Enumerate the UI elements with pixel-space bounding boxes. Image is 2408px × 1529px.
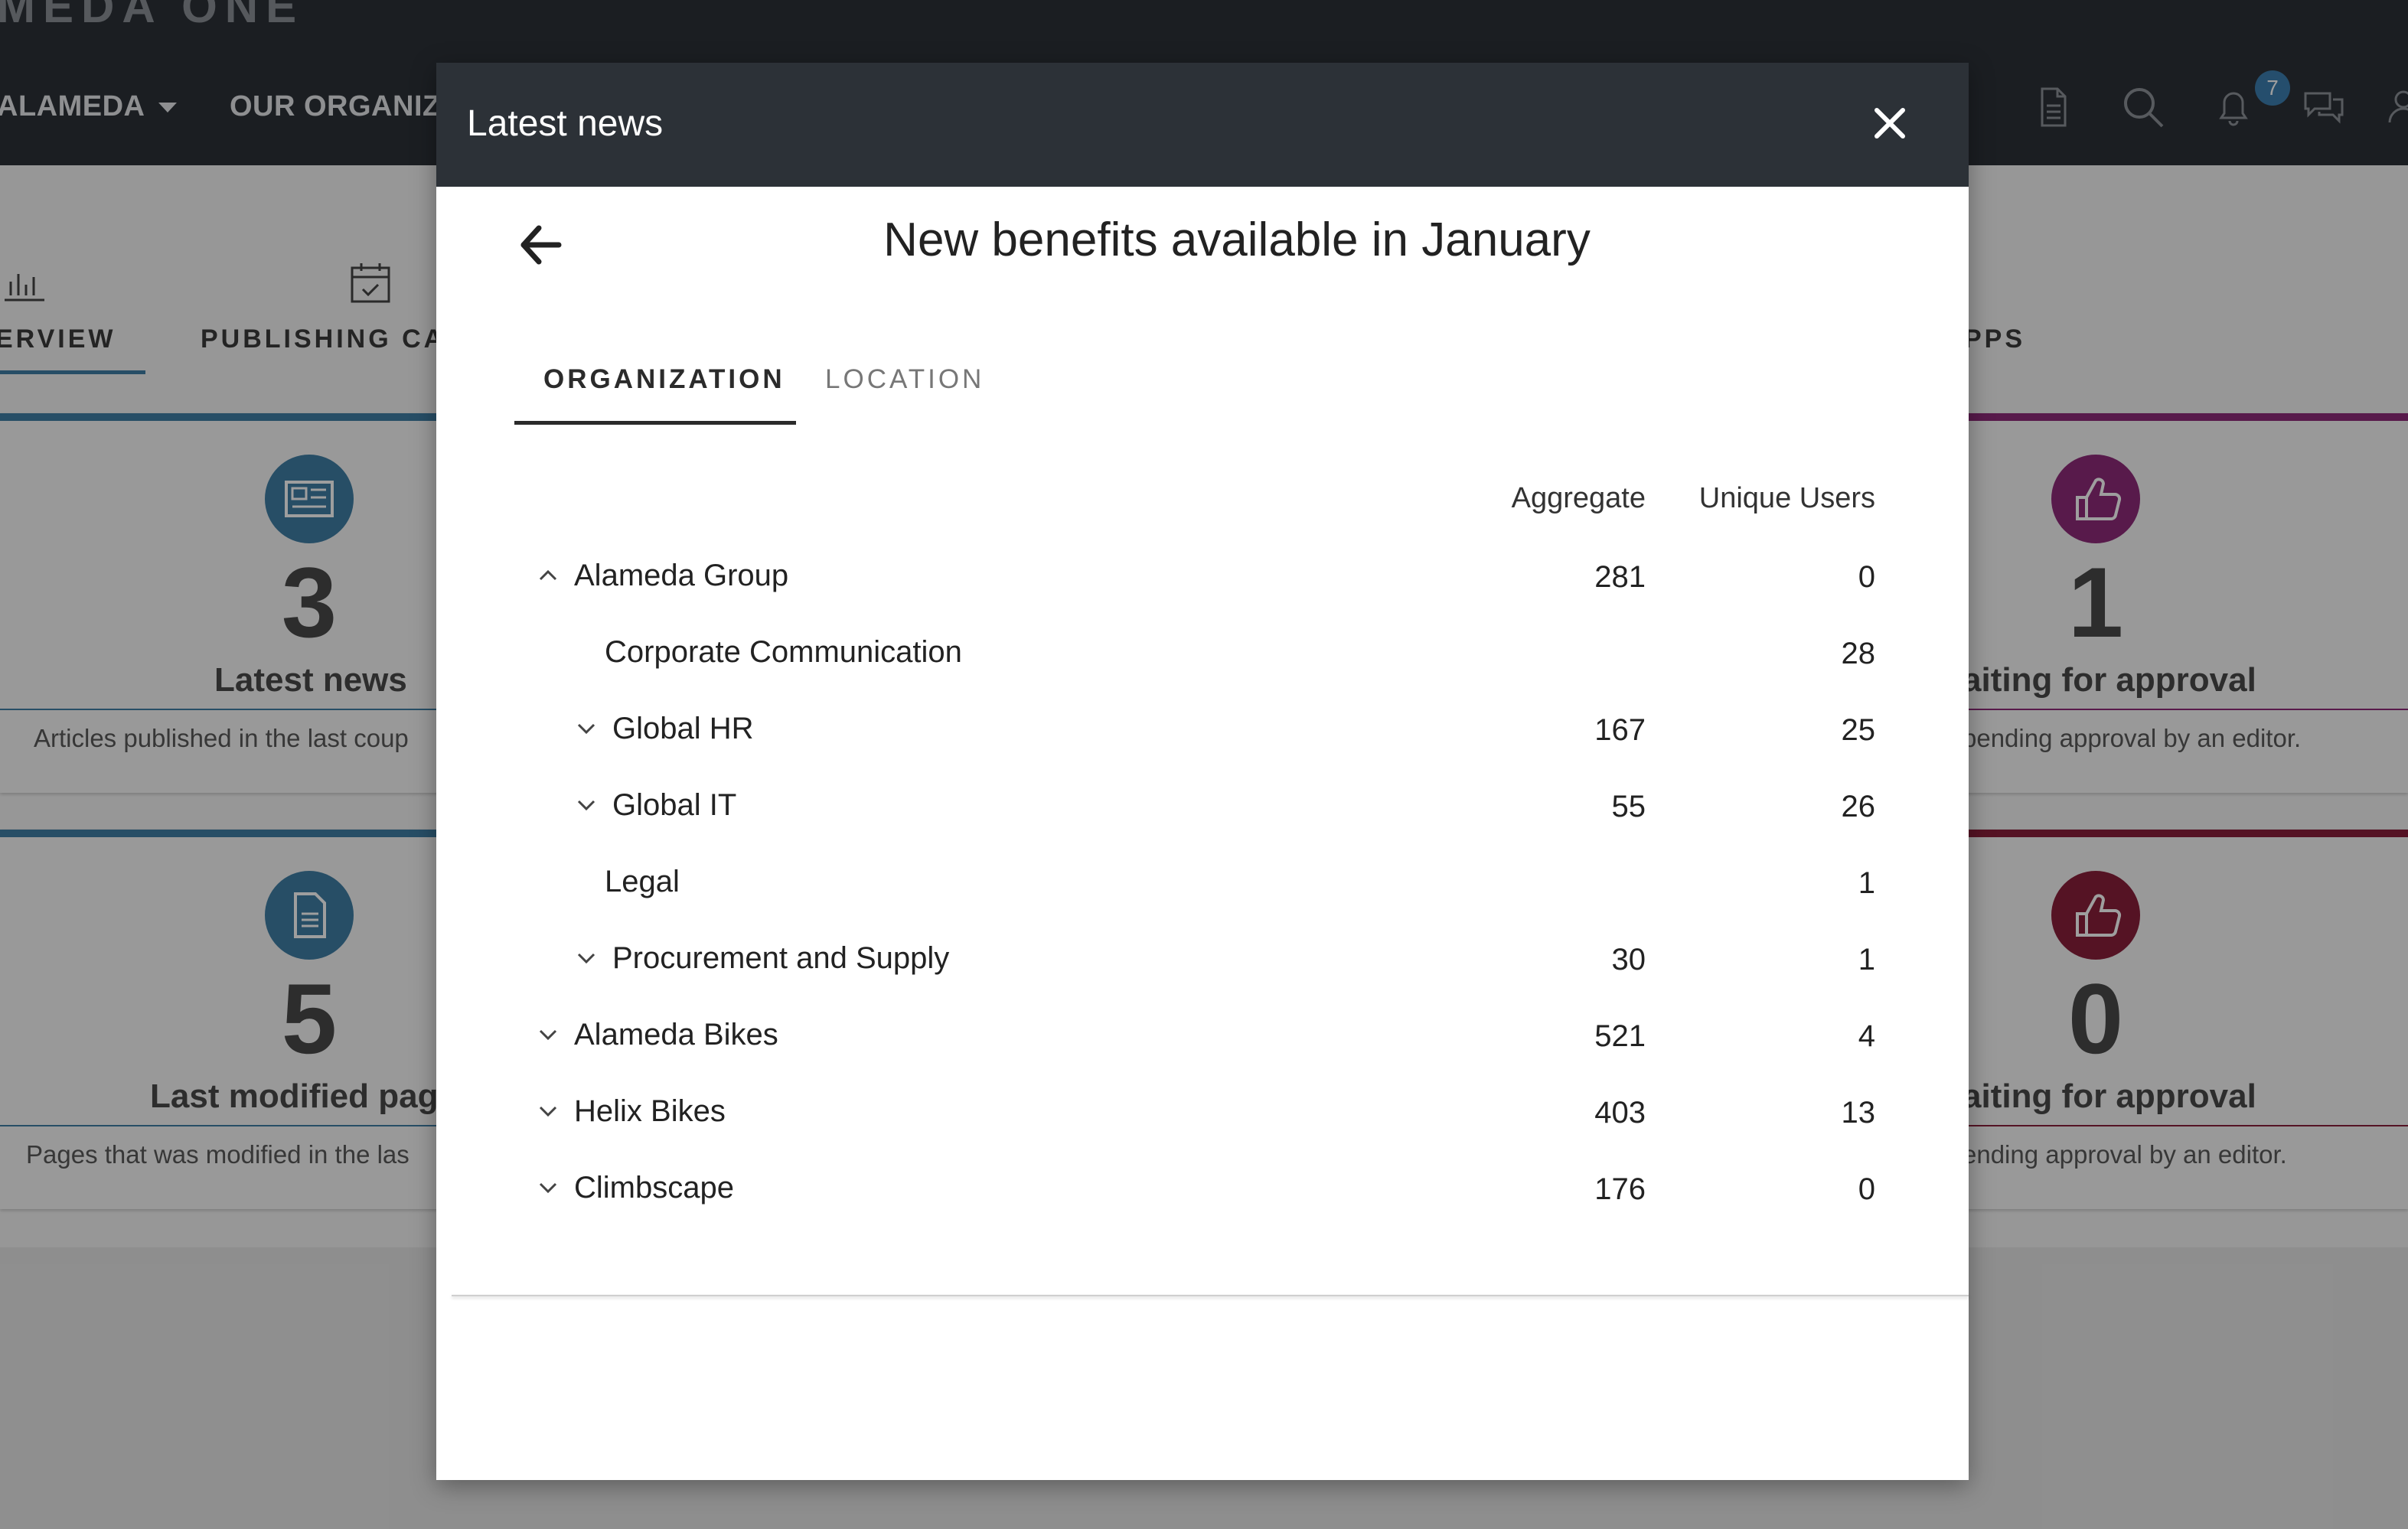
table-row[interactable]: Procurement and Supply 30 1 bbox=[436, 921, 1969, 998]
row-label: Global IT bbox=[612, 788, 737, 822]
row-aggregate-value: 55 bbox=[1611, 790, 1646, 823]
table-row[interactable]: Helix Bikes 403 13 bbox=[436, 1074, 1969, 1151]
tab-location[interactable]: LOCATION bbox=[825, 364, 984, 395]
row-label: Alameda Bikes bbox=[574, 1018, 778, 1051]
row-aggregate-value: 403 bbox=[1594, 1096, 1646, 1130]
row-label: Procurement and Supply bbox=[612, 941, 950, 975]
row-label: Alameda Group bbox=[574, 559, 789, 592]
chevron-up-icon[interactable] bbox=[534, 562, 562, 589]
row-unique-users-value: 1 bbox=[1858, 866, 1875, 900]
chevron-down-icon[interactable] bbox=[534, 1021, 562, 1048]
table-row[interactable]: Legal 1 bbox=[436, 845, 1969, 921]
tab-organization[interactable]: ORGANIZATION bbox=[543, 364, 785, 395]
chevron-down-icon[interactable] bbox=[573, 715, 600, 742]
modal-divider bbox=[452, 1295, 1969, 1296]
row-aggregate-value: 176 bbox=[1594, 1172, 1646, 1206]
row-unique-users-value: 26 bbox=[1841, 790, 1876, 823]
row-unique-users-value: 4 bbox=[1858, 1019, 1875, 1053]
row-label: Climbscape bbox=[574, 1171, 734, 1205]
table-row[interactable]: Climbscape 176 0 bbox=[436, 1151, 1969, 1227]
row-label: Global HR bbox=[612, 712, 754, 745]
row-label: Helix Bikes bbox=[574, 1094, 726, 1128]
row-label: Corporate Communication bbox=[605, 635, 962, 669]
row-aggregate-value: 30 bbox=[1611, 943, 1646, 976]
row-unique-users-value: 25 bbox=[1841, 713, 1876, 747]
chevron-down-icon[interactable] bbox=[534, 1097, 562, 1125]
table-row[interactable]: Alameda Group 281 0 bbox=[436, 539, 1969, 615]
row-aggregate-value: 521 bbox=[1594, 1019, 1646, 1053]
modal-header: Latest news bbox=[436, 63, 1969, 187]
chevron-down-icon[interactable] bbox=[534, 1174, 562, 1201]
modal-title: Latest news bbox=[467, 103, 664, 144]
chevron-down-icon[interactable] bbox=[573, 791, 600, 819]
close-icon[interactable] bbox=[1865, 98, 1915, 148]
column-header-aggregate: Aggregate bbox=[1511, 482, 1646, 514]
latest-news-modal: Latest news New benefits available in Ja… bbox=[436, 63, 1969, 1480]
row-unique-users-value: 28 bbox=[1841, 637, 1876, 670]
table-row[interactable]: Global IT 55 26 bbox=[436, 768, 1969, 845]
table-row[interactable]: Corporate Communication 28 bbox=[436, 615, 1969, 692]
chevron-down-icon[interactable] bbox=[573, 944, 600, 972]
row-unique-users-value: 0 bbox=[1858, 1172, 1875, 1206]
column-header-unique-users: Unique Users bbox=[1698, 482, 1875, 514]
row-aggregate-value: 281 bbox=[1594, 560, 1646, 594]
table-row[interactable]: Global HR 167 25 bbox=[436, 692, 1969, 768]
row-unique-users-value: 1 bbox=[1858, 943, 1875, 976]
row-unique-users-value: 0 bbox=[1858, 560, 1875, 594]
article-title: New benefits available in January bbox=[883, 214, 1591, 266]
row-aggregate-value: 167 bbox=[1594, 713, 1646, 747]
row-unique-users-value: 13 bbox=[1841, 1096, 1876, 1130]
row-label: Legal bbox=[605, 865, 680, 898]
active-tab-indicator bbox=[514, 421, 796, 425]
table-row[interactable]: Alameda Bikes 521 4 bbox=[436, 998, 1969, 1074]
